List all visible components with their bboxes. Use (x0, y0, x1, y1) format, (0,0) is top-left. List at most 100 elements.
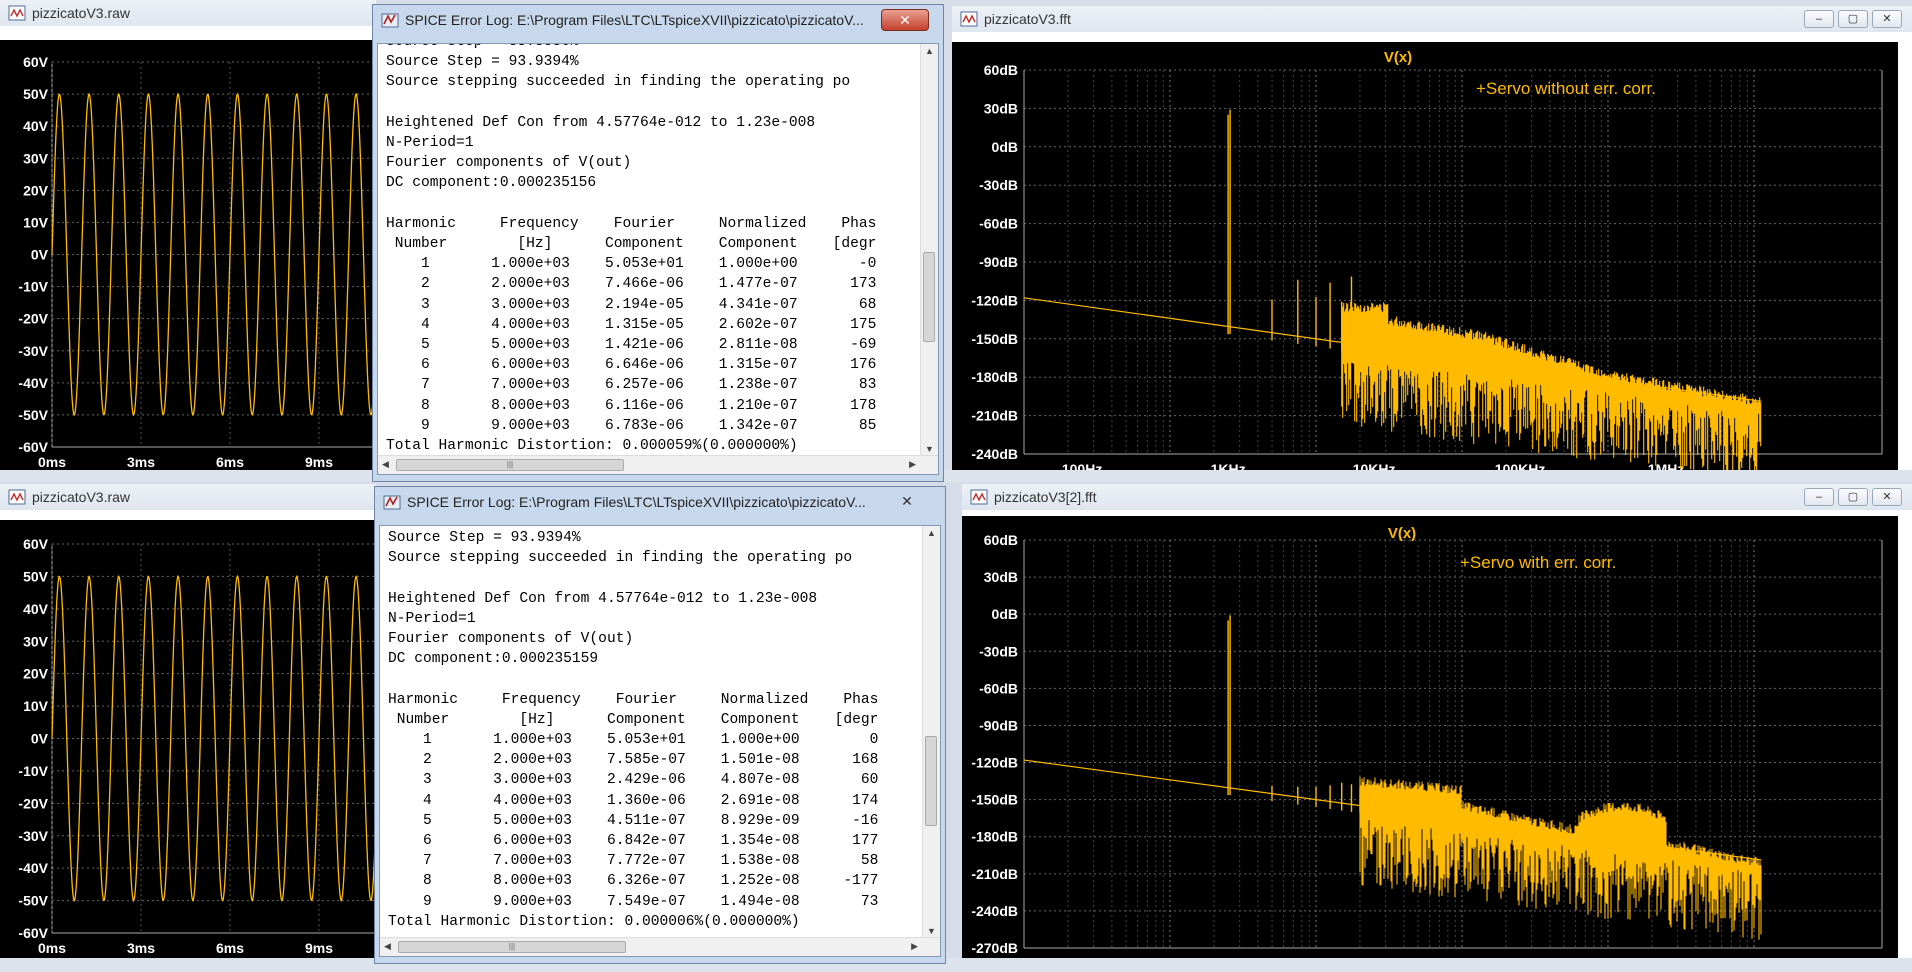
x-tick-label: 100KHz (1495, 461, 1546, 470)
x-tick-label: 9ms (305, 454, 333, 470)
window-titlebar[interactable]: pizzicatoV3.fft – ▢ ✕ (952, 6, 1912, 32)
error-log-text-area[interactable]: Source Step = 93.9394% Source stepping s… (379, 525, 941, 957)
y-tick-label: 10V (23, 214, 49, 230)
y-tick-label: -60V (18, 439, 48, 455)
minimize-button[interactable]: – (1804, 10, 1834, 28)
y-tick-label: -120dB (971, 755, 1018, 771)
error-log-title: SPICE Error Log: E:\Program Files\LTC\LT… (407, 494, 866, 510)
fft-spectrum-plot[interactable]: 60dB 30dB 0dB -30dB -60dB -90dB -120dB -150dB -1… (962, 516, 1898, 958)
scrollbar-thumb[interactable] (923, 252, 935, 342)
maximize-button[interactable]: ▢ (1838, 488, 1868, 506)
fft-spectrum-plot[interactable]: 60dB 30dB 0dB -30dB -60dB -90dB -120dB -150dB -1… (952, 42, 1898, 470)
time-plot-window-1[interactable]: pizzicatoV3.raw 60V 50V 40V 30V 20V 10V 0V -10V… (0, 0, 376, 470)
window-titlebar[interactable]: pizzicatoV3.raw (0, 484, 376, 510)
error-log-titlebar[interactable]: SPICE Error Log: E:\Program Files\LTC\LT… (375, 487, 945, 517)
y-tick-label: -240dB (971, 903, 1018, 919)
y-tick-label: -60dB (979, 216, 1018, 232)
time-plot-window-2[interactable]: pizzicatoV3.raw 60V 50V 40V 30V 20V 10V 0V -10V… (0, 484, 376, 958)
time-waveform-plot[interactable]: 60V 50V 40V 30V 20V 10V 0V -10V -20V -30V -40V -50V… (0, 40, 376, 470)
scroll-left-arrow-icon[interactable]: ◀ (382, 459, 389, 470)
noise-band-trace (1341, 301, 1762, 470)
x-tick-label: 1MHz (1648, 955, 1685, 958)
scrollbar-thumb[interactable]: ||| (396, 459, 624, 471)
scroll-up-arrow-icon[interactable]: ▲ (925, 46, 934, 56)
time-plot-svg: 60V 50V 40V 30V 20V 10V 0V -10V -20V -30V -40V -50V… (18, 536, 376, 956)
time-waveform-plot[interactable]: 60V 50V 40V 30V 20V 10V 0V -10V -20V -30V -40V -50V… (0, 520, 376, 958)
ltspice-app-icon (381, 13, 399, 28)
y-tick-label: -50V (18, 893, 48, 909)
close-button[interactable]: ✕ (1872, 488, 1902, 506)
y-tick-label: -30dB (979, 643, 1018, 659)
horizontal-scrollbar[interactable]: ◀ ||| ▶ (378, 455, 938, 474)
y-tick-label: 20V (23, 182, 49, 198)
vertical-scrollbar[interactable]: ▲ ▼ (922, 526, 940, 938)
y-tick-label: -10V (18, 279, 48, 295)
fft-window-1[interactable]: pizzicatoV3.fft – ▢ ✕ 60dB 30dB 0dB -30dB -6… (952, 6, 1912, 470)
spice-error-log-window-1[interactable]: SPICE Error Log: E:\Program Files\LTC\LT… (372, 4, 944, 482)
vertical-scrollbar[interactable]: ▲ ▼ (920, 44, 938, 456)
y-tick-label: 0V (31, 247, 49, 263)
y-tick-label: 40V (23, 601, 49, 617)
x-tick-label: 100Hz (1062, 461, 1102, 470)
scroll-down-arrow-icon[interactable]: ▼ (927, 926, 936, 936)
signal-name-label: V(x) (1384, 49, 1412, 66)
y-tick-label: -150dB (971, 331, 1018, 347)
maximize-button[interactable]: ▢ (1838, 10, 1868, 28)
error-log-text-area[interactable]: Source Step = 85.8586% Source Step = 93.… (377, 43, 939, 475)
waveform-window-icon (8, 489, 26, 505)
noise-band-trace (1359, 776, 1762, 940)
window-titlebar[interactable]: pizzicatoV3.raw (0, 0, 376, 26)
scroll-left-arrow-icon[interactable]: ◀ (384, 941, 391, 952)
plot-annotation: +Servo with err. corr. (1460, 553, 1616, 572)
scroll-right-arrow-icon[interactable]: ▶ (911, 941, 918, 952)
scrollbar-thumb[interactable] (925, 736, 937, 826)
waveform-window-icon (960, 11, 978, 27)
y-tick-label: 30dB (984, 100, 1018, 116)
x-tick-label: 10KHz (1353, 955, 1396, 958)
y-tick-label: -180dB (971, 369, 1018, 385)
x-tick-label: 0ms (38, 940, 66, 956)
x-tick-label: 6ms (216, 940, 244, 956)
y-tick-label: -270dB (971, 940, 1018, 956)
y-tick-label: -40V (18, 860, 48, 876)
error-log-text: Source Step = 85.8586% Source Step = 93.… (386, 44, 877, 455)
waveform-window-icon (970, 489, 988, 505)
time-plot-svg: 60V 50V 40V 30V 20V 10V 0V -10V -20V -30V -40V -50V… (18, 54, 376, 470)
close-button[interactable]: ✕ (883, 491, 931, 513)
y-tick-label: -60dB (979, 680, 1018, 696)
signal-name-label: V(x) (1388, 525, 1416, 542)
y-tick-label: 0dB (992, 606, 1018, 622)
y-tick-label: -60V (18, 925, 48, 941)
close-button[interactable]: ✕ (881, 9, 929, 31)
y-tick-label: -120dB (971, 292, 1018, 308)
window-titlebar[interactable]: pizzicatoV3[2].fft – ▢ ✕ (962, 484, 1912, 510)
y-tick-label: -30V (18, 343, 48, 359)
y-tick-label: -20V (18, 795, 48, 811)
scroll-up-arrow-icon[interactable]: ▲ (927, 528, 936, 538)
y-tick-label: 60dB (984, 62, 1018, 78)
horizontal-scrollbar[interactable]: ◀ ||| ▶ (380, 937, 940, 956)
y-tick-label: 60V (23, 54, 49, 70)
y-tick-label: -210dB (971, 866, 1018, 882)
minimize-button[interactable]: – (1804, 488, 1834, 506)
fft-window-2[interactable]: pizzicatoV3[2].fft – ▢ ✕ 60dB 30dB 0dB -30d… (962, 484, 1912, 958)
scrollbar-thumb[interactable]: ||| (398, 941, 626, 953)
x-tick-label: 100Hz (1062, 955, 1102, 958)
y-tick-label: -40V (18, 375, 48, 391)
ltspice-app-icon (383, 495, 401, 510)
error-log-titlebar[interactable]: SPICE Error Log: E:\Program Files\LTC\LT… (373, 5, 943, 35)
y-tick-label: -240dB (971, 446, 1018, 462)
y-tick-label: 40V (23, 118, 49, 134)
y-tick-label: -180dB (971, 829, 1018, 845)
x-tick-label: 6ms (216, 454, 244, 470)
y-tick-label: 0dB (992, 139, 1018, 155)
scroll-right-arrow-icon[interactable]: ▶ (909, 459, 916, 470)
spice-error-log-window-2[interactable]: SPICE Error Log: E:\Program Files\LTC\LT… (374, 486, 946, 964)
y-tick-label: 30dB (984, 569, 1018, 585)
close-button[interactable]: ✕ (1872, 10, 1902, 28)
error-log-title: SPICE Error Log: E:\Program Files\LTC\LT… (405, 12, 864, 28)
scroll-down-arrow-icon[interactable]: ▼ (925, 444, 934, 454)
y-tick-label: -30V (18, 828, 48, 844)
x-tick-label: 3ms (127, 940, 155, 956)
harmonic-spikes-trace (1227, 615, 1369, 814)
